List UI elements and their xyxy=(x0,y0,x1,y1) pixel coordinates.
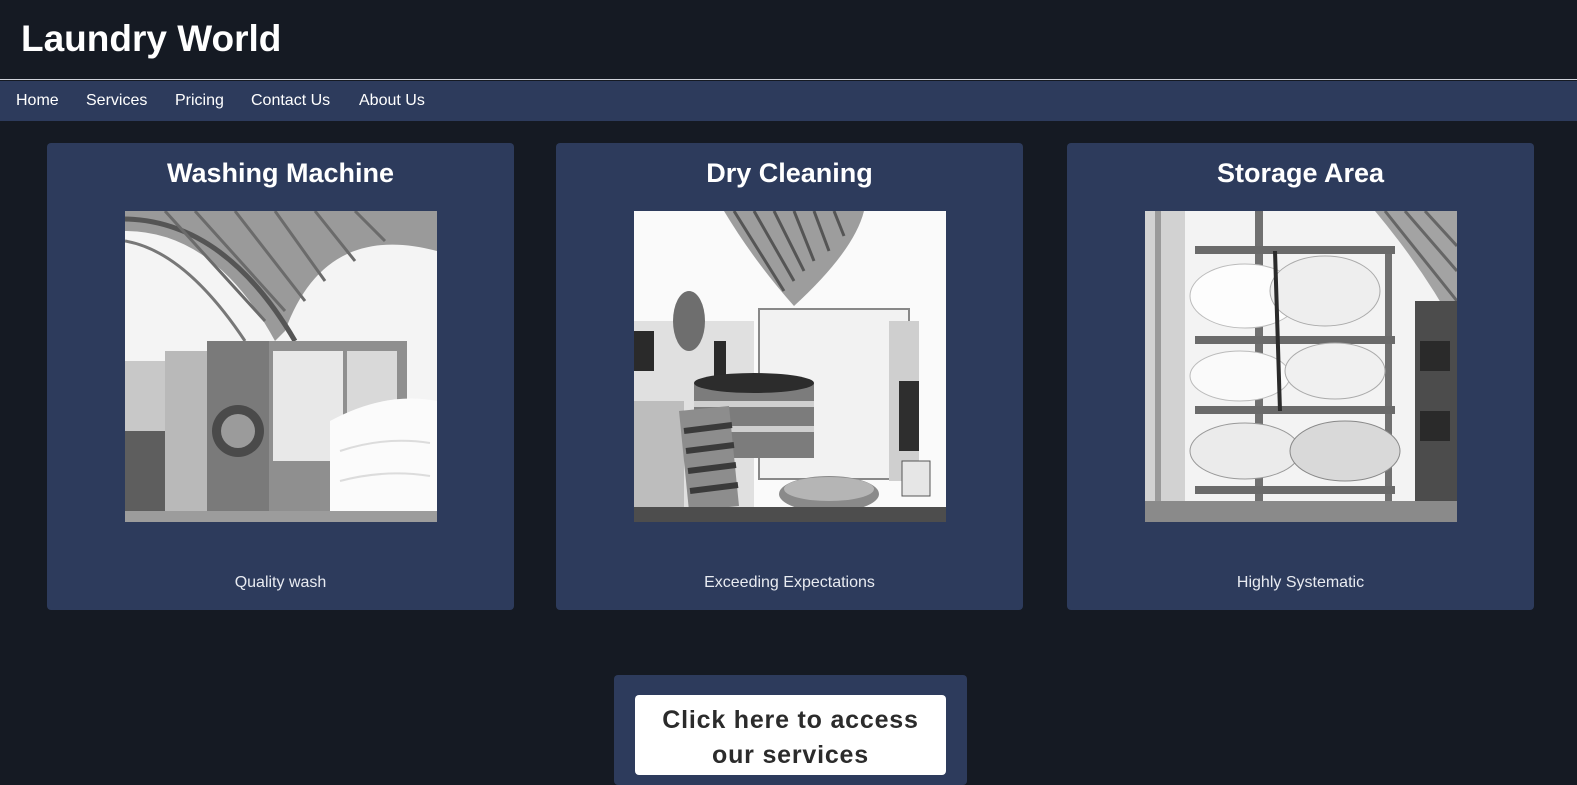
card-caption: Exceeding Expectations xyxy=(704,574,875,591)
site-title: Laundry World xyxy=(21,18,282,59)
nav-item-home[interactable]: Home xyxy=(16,91,59,111)
card-title: Washing Machine xyxy=(166,158,395,188)
nav-item-pricing[interactable]: Pricing xyxy=(175,91,224,111)
nav-item-contact-us[interactable]: Contact Us xyxy=(251,91,330,111)
service-card-dry-cleaning: Dry Cleaning Exceeding Expectations xyxy=(556,143,1023,610)
card-caption: Quality wash xyxy=(234,574,327,591)
dry-cleaning-photo xyxy=(634,211,946,522)
storage-area-photo xyxy=(1145,211,1457,522)
nav-item-about-us[interactable]: About Us xyxy=(359,91,425,111)
site-header: Laundry World xyxy=(0,0,1577,80)
cta-container: Click here to access our services xyxy=(614,675,967,785)
card-title: Storage Area xyxy=(1216,158,1385,188)
nav-item-services[interactable]: Services xyxy=(86,91,147,111)
main-nav: Home Services Pricing Contact Us About U… xyxy=(0,81,1577,121)
service-card-washing-machine: Washing Machine Quality wash xyxy=(47,143,514,610)
washing-machine-photo xyxy=(125,211,437,522)
card-caption: Highly Systematic xyxy=(1236,574,1365,591)
card-title: Dry Cleaning xyxy=(706,158,873,188)
service-card-storage-area: Storage Area Highly Systematic xyxy=(1067,143,1534,610)
access-services-button[interactable]: Click here to access our services xyxy=(635,695,946,775)
